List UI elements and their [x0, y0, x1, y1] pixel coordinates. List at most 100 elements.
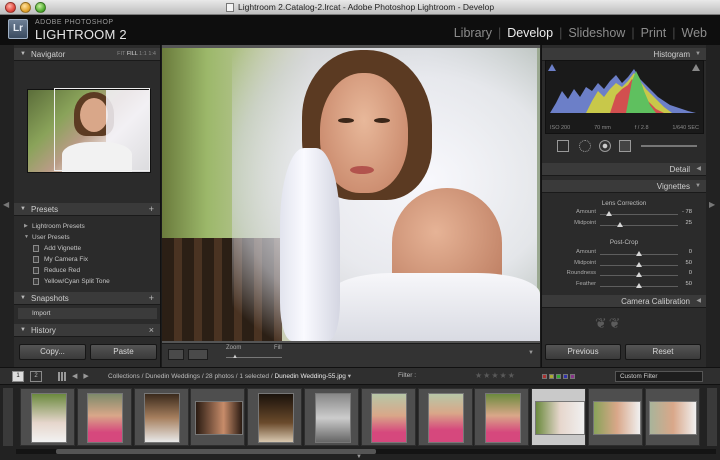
blue-label-icon[interactable] — [563, 374, 568, 379]
before-after-view-icon[interactable] — [188, 349, 208, 360]
navigator-view-frame[interactable] — [54, 88, 150, 171]
history-header[interactable]: ▼ History × — [14, 324, 160, 337]
slider-row[interactable]: Midpoint 25 — [542, 220, 706, 230]
navigator-header[interactable]: ▼ Navigator FIT FILL 1:1 1:4 — [14, 48, 160, 61]
color-label-filter[interactable] — [542, 374, 575, 379]
zoom-window-button[interactable] — [35, 2, 46, 13]
filmstrip-thumbnail[interactable] — [474, 388, 530, 446]
main-image-area[interactable]: Zoom Fill ▲ ▼ — [162, 45, 540, 367]
minimize-window-button[interactable] — [20, 2, 31, 13]
filmstrip-scroll-thumb[interactable] — [56, 449, 376, 454]
add-snapshot-icon[interactable]: + — [149, 292, 154, 305]
slider-row[interactable]: Amount 0 — [542, 249, 706, 259]
snapshots-header[interactable]: ▼ Snapshots + — [14, 292, 160, 305]
filmstrip-thumbnail[interactable] — [20, 388, 75, 446]
camera-calibration-header[interactable]: Camera Calibration ◀ — [542, 295, 706, 308]
vignettes-header[interactable]: Vignettes ▼ — [542, 180, 706, 193]
histogram[interactable]: ISO 200 70 mm f / 2.8 1/640 SEC — [545, 60, 704, 134]
filmstrip-thumbnail[interactable] — [644, 388, 700, 446]
slider-row[interactable]: Roundness 0 — [542, 270, 706, 280]
module-separator: | — [559, 26, 563, 40]
filmstrip-page-1[interactable]: 1 — [12, 371, 24, 382]
red-eye-icon[interactable] — [599, 140, 611, 152]
zoom-1-4-option[interactable]: 1:4 — [148, 51, 156, 57]
reset-button[interactable]: Reset — [625, 344, 701, 360]
filmstrip-scrollbar[interactable] — [16, 449, 716, 454]
clear-history-icon[interactable]: × — [149, 324, 154, 337]
module-slideshow[interactable]: Slideshow — [565, 26, 628, 40]
slider-track[interactable] — [600, 224, 678, 226]
green-label-icon[interactable] — [556, 374, 561, 379]
filmstrip-page-2[interactable]: 2 — [30, 371, 42, 382]
filmstrip-thumbnail[interactable] — [588, 388, 643, 446]
yellow-label-icon[interactable] — [549, 374, 554, 379]
breadcrumb[interactable]: Collections / Dunedin Weddings / 28 phot… — [108, 372, 351, 380]
crop-tool-icon[interactable] — [557, 140, 569, 152]
module-develop[interactable]: Develop — [504, 26, 556, 40]
slider-track[interactable] — [600, 214, 678, 215]
paste-button[interactable]: Paste — [90, 344, 157, 360]
filmstrip-thumbnail[interactable] — [190, 388, 246, 446]
zoom-slider-knob[interactable]: ▲ — [232, 354, 238, 360]
loupe-view-icon[interactable] — [168, 349, 184, 360]
add-preset-icon[interactable]: + — [149, 203, 154, 216]
filmstrip-thumbnail[interactable] — [417, 388, 473, 446]
slider-knob[interactable] — [616, 221, 623, 227]
graduated-filter-icon[interactable] — [619, 140, 631, 152]
slider-knob[interactable] — [636, 261, 642, 267]
slider-knob[interactable] — [636, 272, 642, 277]
previous-button[interactable]: Previous — [545, 344, 621, 360]
module-print[interactable]: Print — [638, 26, 670, 40]
preset-group-user[interactable]: ▼ User Presets — [18, 232, 157, 243]
left-panel-toggle[interactable]: ◀ — [0, 45, 14, 367]
preset-item[interactable]: Reduce Red — [18, 265, 157, 276]
preset-item[interactable]: Yellow/Cyan Split Tone — [18, 276, 157, 287]
slider-value[interactable]: 50 — [686, 260, 692, 266]
spot-removal-icon[interactable] — [579, 140, 591, 152]
slider-value[interactable]: 0 — [689, 249, 692, 255]
right-panel-toggle[interactable]: ▶ — [706, 45, 720, 367]
current-file-name[interactable]: Dunedin Wedding-55.jpg — [274, 373, 345, 380]
zoom-fit-option[interactable]: FIT — [117, 51, 125, 57]
slider-knob[interactable] — [636, 282, 642, 288]
filmstrip-thumbnail[interactable] — [247, 388, 303, 446]
filmstrip-thumbnail[interactable] — [76, 388, 132, 446]
custom-filter-dropdown[interactable]: Custom Filter — [615, 371, 703, 382]
close-window-button[interactable] — [5, 2, 16, 13]
slider-row[interactable]: Midpoint 50 — [542, 260, 706, 270]
slider-knob[interactable] — [605, 211, 612, 216]
rating-filter-stars[interactable]: ★★★★★ — [475, 371, 516, 380]
module-library[interactable]: Library — [451, 26, 495, 40]
grid-view-icon[interactable] — [58, 372, 67, 381]
filmstrip-toggle-icon[interactable]: ▼ — [356, 454, 362, 460]
back-forward-icons[interactable]: ◀▶ — [72, 372, 95, 380]
presets-header[interactable]: ▼ Presets + — [14, 203, 160, 216]
purple-label-icon[interactable] — [570, 374, 575, 379]
slider-value[interactable]: 50 — [686, 281, 692, 287]
filmstrip-thumbnail[interactable] — [133, 388, 189, 446]
slider-row[interactable]: Feather 50 — [542, 281, 706, 291]
preset-item[interactable]: My Camera Fix — [18, 254, 157, 265]
red-label-icon[interactable] — [542, 374, 547, 379]
filmstrip-thumbnail[interactable] — [531, 388, 587, 446]
preset-group-lightroom[interactable]: ▶ Lightroom Presets — [18, 221, 157, 232]
filmstrip-scroll-left[interactable] — [3, 388, 13, 446]
slider-value[interactable]: - 78 — [682, 209, 692, 215]
bride-photo[interactable] — [162, 48, 540, 341]
detail-header[interactable]: Detail ◀ — [542, 163, 706, 176]
toolbar-menu-icon[interactable]: ▼ — [528, 350, 534, 356]
module-web[interactable]: Web — [679, 26, 710, 40]
filmstrip-scroll-right[interactable] — [707, 388, 717, 446]
adjustment-brush-icon[interactable] — [641, 145, 697, 147]
filmstrip-thumbnail[interactable] — [304, 388, 359, 446]
zoom-1-1-option[interactable]: 1:1 — [139, 51, 147, 57]
snapshot-item[interactable]: Import — [18, 308, 157, 319]
slider-value[interactable]: 25 — [686, 220, 692, 226]
zoom-fill-option[interactable]: FILL — [127, 51, 138, 57]
filmstrip-thumbnail[interactable] — [360, 388, 416, 446]
slider-knob[interactable] — [636, 251, 642, 256]
copy-button[interactable]: Copy... — [19, 344, 86, 360]
slider-row[interactable]: Amount - 78 — [542, 209, 706, 219]
preset-item[interactable]: Add Vignette — [18, 243, 157, 254]
slider-value[interactable]: 0 — [689, 270, 692, 276]
